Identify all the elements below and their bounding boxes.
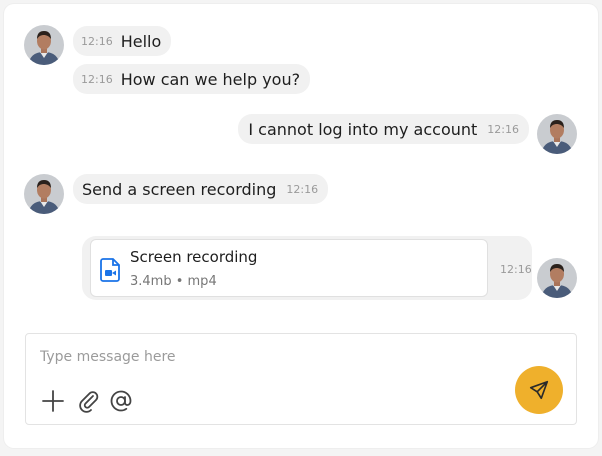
attachment-bubble: Screen recording 3.4mb • mp4 12:16 (82, 236, 532, 300)
message-bubble: I cannot log into my account 12:16 (238, 114, 529, 144)
paperclip-icon[interactable] (75, 388, 101, 414)
file-name: Screen recording (130, 248, 258, 266)
message-text: Send a screen recording (82, 179, 277, 199)
message-bubble: 12:16 Hello (73, 26, 172, 56)
message-bubble: Send a screen recording 12:16 (73, 174, 329, 204)
send-button[interactable] (515, 366, 563, 414)
message-input[interactable] (40, 346, 480, 368)
file-attachment[interactable]: Screen recording 3.4mb • mp4 (90, 239, 488, 297)
message-bubble: 12:16 How can we help you? (73, 64, 311, 94)
message-time: 12:16 (81, 34, 113, 48)
message-time: 12:16 (286, 182, 319, 196)
at-sign-icon[interactable] (108, 388, 134, 414)
message-time: 12:16 (81, 72, 113, 86)
plus-icon[interactable] (40, 388, 66, 414)
chat-window: 12:16 Hello 12:16 How can we help you? I… (4, 4, 598, 448)
video-file-icon (100, 258, 122, 282)
avatar (24, 25, 64, 65)
file-meta: 3.4mb • mp4 (130, 274, 217, 289)
message-text: I cannot log into my account (248, 119, 478, 139)
message-time: 12:16 (487, 122, 519, 136)
message-composer (25, 333, 577, 425)
avatar (24, 174, 64, 214)
avatar (537, 114, 577, 154)
avatar (537, 258, 577, 298)
send-icon (528, 379, 550, 401)
message-text: Hello (120, 31, 162, 51)
message-text: How can we help you? (120, 69, 301, 89)
message-time: 12:16 (500, 263, 532, 276)
